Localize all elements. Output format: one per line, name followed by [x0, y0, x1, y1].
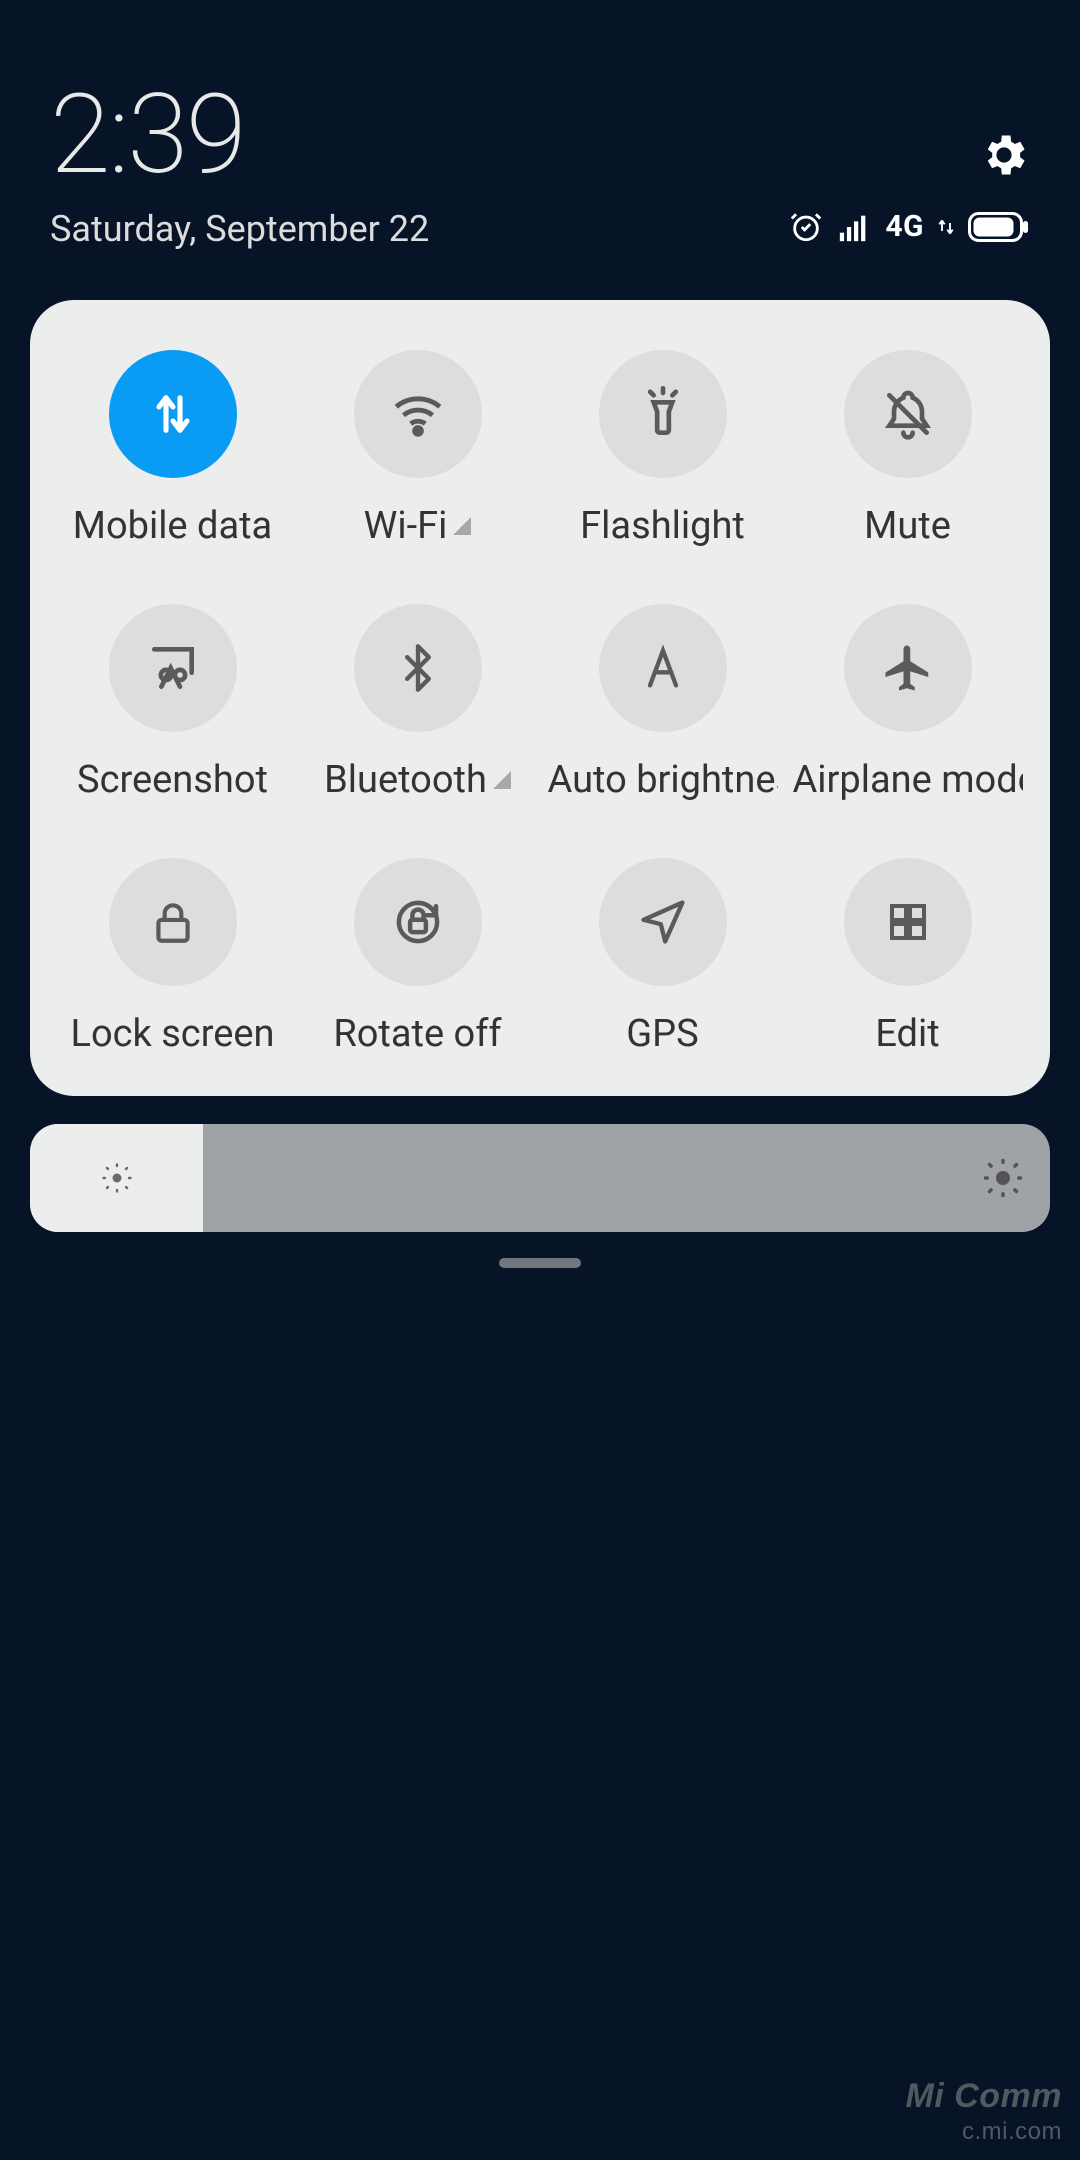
brightness-fill — [30, 1124, 203, 1232]
watermark-line2: c.mi.com — [906, 2118, 1063, 2146]
tile-rotate-off[interactable]: Rotate off — [295, 858, 540, 1056]
watermark-line1: Mi Comm — [906, 2077, 1063, 2116]
network-label: 4G — [885, 209, 924, 244]
brightness-slider[interactable] — [30, 1124, 1050, 1232]
mute-icon — [844, 350, 972, 478]
drag-handle[interactable] — [499, 1258, 581, 1268]
tile-label: Wi-Fi — [364, 504, 448, 548]
tile-label: Auto brightness — [548, 758, 778, 802]
tile-gps[interactable]: GPS — [540, 858, 785, 1056]
alarm-icon — [789, 210, 823, 244]
tile-label: Screenshot — [77, 758, 268, 802]
battery-icon — [968, 212, 1030, 242]
header-right: 4G — [789, 129, 1030, 250]
tile-wifi[interactable]: Wi-Fi — [295, 350, 540, 548]
status-bar: 4G — [789, 209, 1030, 244]
mobile-data-icon — [109, 350, 237, 478]
tile-edit[interactable]: Edit — [785, 858, 1030, 1056]
flashlight-icon — [599, 350, 727, 478]
data-arrows-icon — [938, 215, 954, 239]
brightness-low-icon — [99, 1160, 135, 1196]
tiles-grid: Mobile data Wi-Fi Flashlight Mute Screen — [50, 350, 1030, 1056]
tile-label: GPS — [626, 1012, 698, 1056]
screenshot-icon — [109, 604, 237, 732]
tile-label: Edit — [875, 1012, 939, 1056]
signal-icon — [837, 210, 871, 244]
rotate-off-icon — [354, 858, 482, 986]
tile-label: Lock screen — [70, 1012, 274, 1056]
tile-auto-brightness[interactable]: Auto brightness — [540, 604, 785, 802]
settings-button[interactable] — [978, 129, 1030, 181]
airplane-icon — [844, 604, 972, 732]
tile-label: Airplane mode — [793, 758, 1023, 802]
header-left: 2:39 Saturday, September 22 — [50, 80, 429, 250]
brightness-high-icon — [982, 1157, 1024, 1199]
clock-time: 2:39 — [50, 80, 429, 190]
gps-icon — [599, 858, 727, 986]
tile-lock-screen[interactable]: Lock screen — [50, 858, 295, 1056]
header: 2:39 Saturday, September 22 4G — [0, 0, 1080, 270]
expand-indicator-icon — [493, 771, 511, 789]
tile-label: Mobile data — [73, 504, 272, 548]
tile-screenshot[interactable]: Screenshot — [50, 604, 295, 802]
lock-icon — [109, 858, 237, 986]
tile-bluetooth[interactable]: Bluetooth — [295, 604, 540, 802]
quick-settings-panel: Mobile data Wi-Fi Flashlight Mute Screen — [30, 300, 1050, 1096]
tile-flashlight[interactable]: Flashlight — [540, 350, 785, 548]
bluetooth-icon — [354, 604, 482, 732]
tile-label: Mute — [864, 504, 951, 548]
edit-icon — [844, 858, 972, 986]
auto-brightness-icon — [599, 604, 727, 732]
tile-mobile-data[interactable]: Mobile data — [50, 350, 295, 548]
clock-date: Saturday, September 22 — [50, 208, 429, 250]
tile-airplane-mode[interactable]: Airplane mode — [785, 604, 1030, 802]
tile-label: Rotate off — [333, 1012, 501, 1056]
watermark: Mi Comm c.mi.com — [906, 2077, 1063, 2146]
tile-mute[interactable]: Mute — [785, 350, 1030, 548]
gear-icon — [978, 129, 1030, 181]
tile-label: Bluetooth — [324, 758, 487, 802]
expand-indicator-icon — [453, 517, 471, 535]
tile-label: Flashlight — [580, 504, 745, 548]
wifi-icon — [354, 350, 482, 478]
